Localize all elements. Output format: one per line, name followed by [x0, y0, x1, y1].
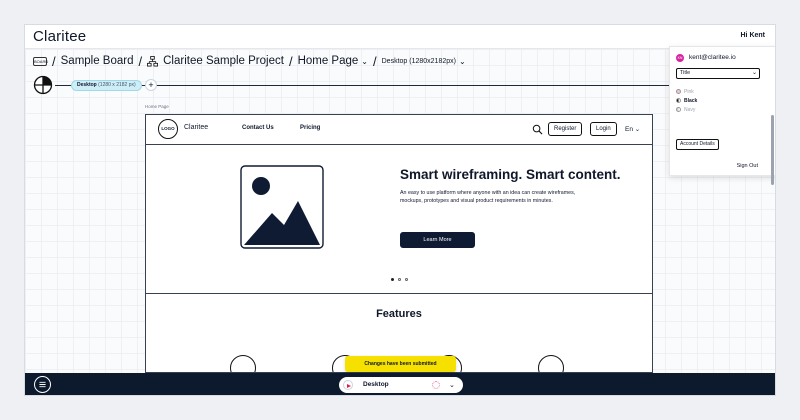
learn-more-button[interactable]: Learn More — [400, 232, 475, 248]
swatch-label: Navy — [684, 107, 696, 113]
color-dot-icon — [676, 88, 681, 94]
register-button[interactable]: Register — [548, 122, 583, 136]
swatch-pink[interactable]: Pink — [676, 88, 716, 96]
app-logo[interactable]: Claritee — [33, 28, 86, 45]
wireframe-logo[interactable]: LOGO — [158, 119, 178, 139]
sitemap-icon — [147, 55, 159, 66]
chevron-down-icon: ⌄ — [751, 70, 757, 76]
nav-link-pricing[interactable]: Pricing — [300, 125, 320, 131]
top-bar: Claritee Hi Kent — [25, 25, 775, 49]
user-email: kent@claritee.io — [689, 54, 736, 61]
color-dot-icon — [676, 106, 681, 112]
login-button[interactable]: Login — [590, 122, 617, 136]
menu-icon[interactable] — [34, 376, 51, 393]
wireframe-frame[interactable]: LOGO Claritee Contact Us Pricing Registe… — [145, 114, 653, 373]
hero-title[interactable]: Smart wireframing. Smart content. — [400, 167, 621, 182]
viewport-switcher[interactable]: Desktop ⌄ — [339, 377, 463, 393]
breadcrumb-separator: / — [138, 53, 143, 69]
section-divider — [146, 293, 652, 294]
swatch-label: Black — [684, 98, 698, 104]
language-selector[interactable]: En ⌄ — [625, 125, 640, 133]
features-title[interactable]: Features — [146, 308, 652, 320]
bottom-toolbar: Desktop ⌄ — [25, 373, 775, 395]
font-style-value: Title — [680, 70, 691, 76]
avatar: KN — [676, 54, 684, 62]
breadcrumb-separator: / — [52, 53, 56, 69]
viewport-chip-size: (1280 x 2182 px) — [98, 82, 136, 88]
image-placeholder-icon[interactable] — [240, 165, 324, 249]
search-icon[interactable] — [532, 124, 543, 135]
user-greeting[interactable]: Hi Kent — [741, 32, 766, 39]
carousel-dot[interactable] — [405, 278, 408, 281]
chevron-down-icon: ⌄ — [634, 126, 641, 133]
language-label: En — [625, 126, 633, 133]
nav-link-contact[interactable]: Contact Us — [242, 125, 274, 131]
loading-spinner-icon — [432, 381, 440, 389]
breadcrumb-separator: / — [288, 53, 293, 69]
chevron-down-icon[interactable]: ⌄ — [449, 381, 455, 389]
carousel-dot[interactable] — [398, 278, 401, 281]
viewport-globe-icon[interactable] — [33, 75, 53, 95]
viewport-chip-name: Desktop — [77, 82, 97, 88]
breadcrumb-board[interactable]: Sample Board — [61, 55, 134, 67]
board-icon[interactable]: BOARD — [33, 56, 48, 66]
swatch-navy[interactable]: Navy — [676, 106, 716, 114]
toast-notification: Changes have been submitted — [345, 356, 456, 372]
font-style-select[interactable]: Title ⌄ — [676, 68, 760, 79]
carousel-dots — [391, 278, 408, 281]
canvas-scrollbar[interactable] — [771, 115, 774, 185]
chevron-down-icon[interactable]: ⌄ — [361, 57, 368, 66]
feature-icon[interactable] — [538, 355, 564, 372]
user-menu-popover: KN kent@claritee.io Title ⌄ Pink Black N… — [669, 46, 775, 176]
account-details-button[interactable]: Account Details — [676, 139, 719, 150]
wireframe-navbar: LOGO Claritee Contact Us Pricing Registe… — [146, 115, 652, 145]
breadcrumb-project[interactable]: Claritee Sample Project — [163, 55, 284, 67]
color-dot-icon — [676, 97, 681, 103]
breadcrumb: BOARD / Sample Board / Claritee Sample P… — [33, 52, 466, 70]
breadcrumb-separator: / — [373, 53, 377, 69]
wireframe-brand[interactable]: Claritee — [184, 124, 208, 131]
swatch-label: Pink — [684, 89, 694, 95]
feature-icon[interactable] — [230, 355, 256, 372]
app-window: Claritee Hi Kent BOARD / Sample Board / … — [24, 24, 776, 396]
swatch-black[interactable]: Black — [676, 97, 716, 105]
add-viewport-button[interactable]: + — [145, 79, 157, 91]
carousel-dot[interactable] — [391, 278, 394, 281]
sign-out-link[interactable]: Sign Out — [737, 163, 758, 169]
frame-label: Home Page — [145, 104, 169, 109]
breadcrumb-viewport[interactable]: Desktop (1280x2182px) — [382, 58, 456, 65]
breadcrumb-page[interactable]: Home Page — [298, 55, 359, 67]
viewport-chip-desktop[interactable]: Desktop (1280 x 2182 px) — [71, 80, 142, 91]
play-icon[interactable] — [343, 380, 353, 390]
viewport-switcher-label: Desktop — [363, 381, 389, 388]
chevron-down-icon[interactable]: ⌄ — [459, 57, 466, 66]
hero-description[interactable]: An easy to use platform where anyone wit… — [400, 190, 580, 205]
